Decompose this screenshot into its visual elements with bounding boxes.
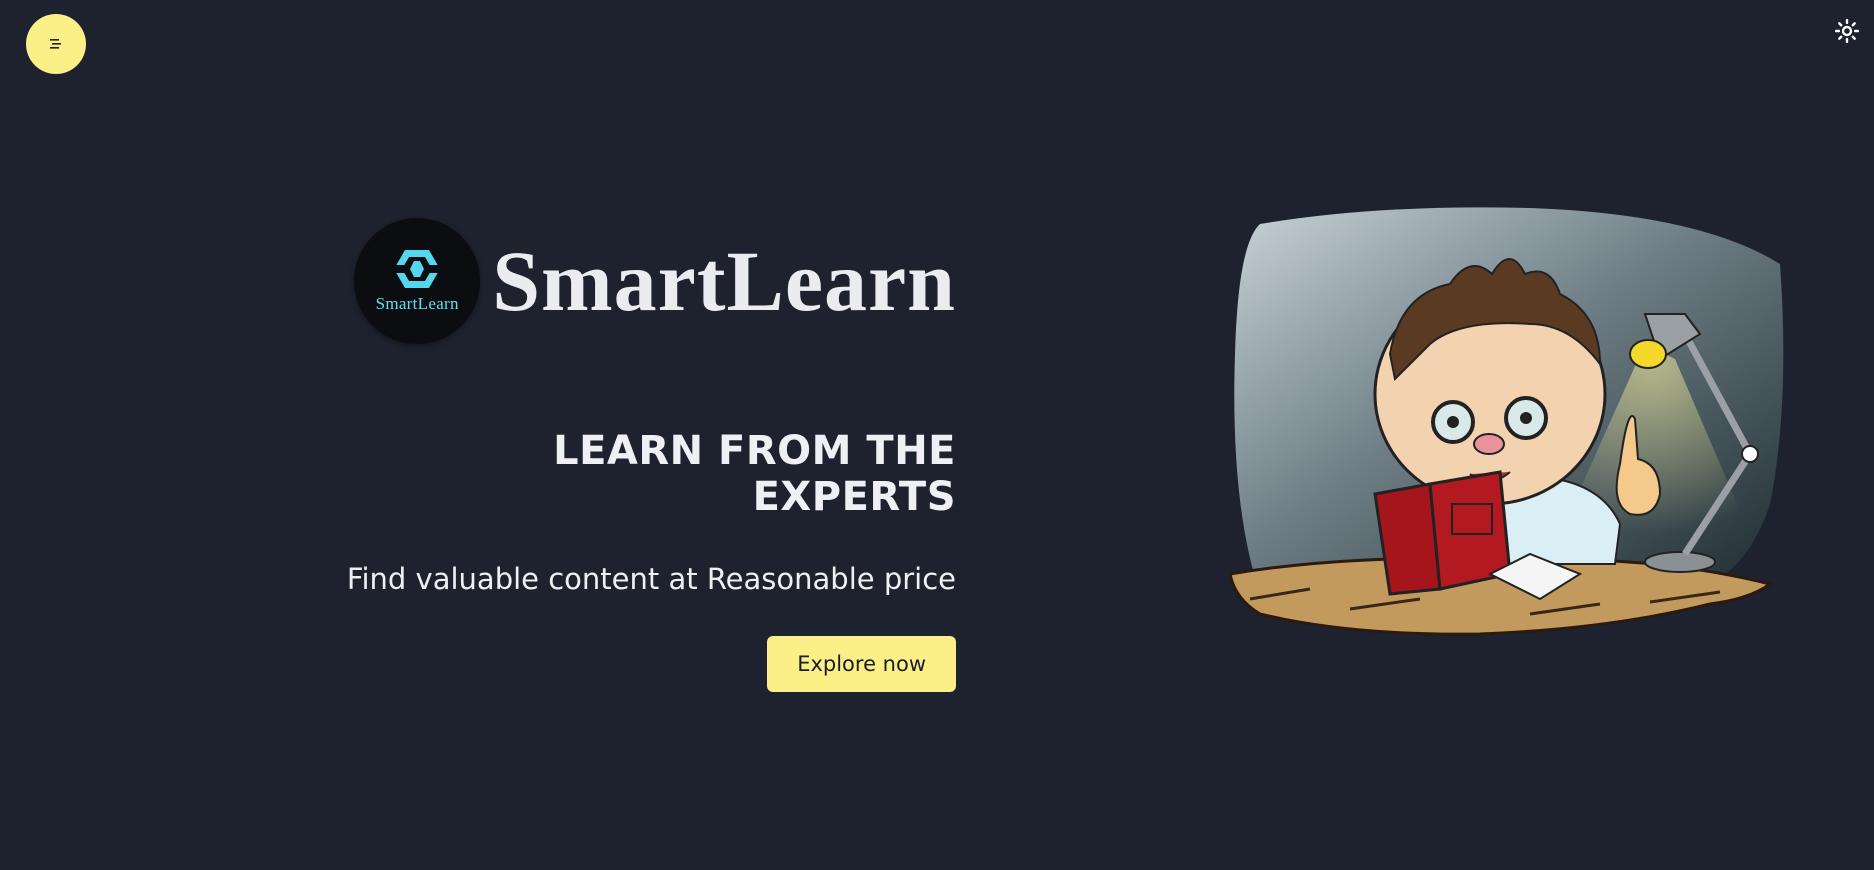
hero-illustration	[1230, 207, 1784, 636]
logo[interactable]: SmartLearn	[354, 218, 481, 344]
brand-name: SmartLearn	[492, 233, 956, 329]
landing-page: SmartLearn SmartLearn LEARN FROM THE EXP…	[0, 0, 1874, 870]
hero-subline: Find valuable content at Reasonable pric…	[346, 562, 956, 596]
brand-row: SmartLearn SmartLearn	[340, 218, 956, 344]
cta-row: Explore now	[340, 636, 956, 692]
hero-headline: LEARN FROM THE EXPERTS	[553, 428, 956, 520]
sun-icon	[1835, 19, 1859, 43]
theme-toggle-button[interactable]	[1832, 16, 1862, 46]
menu-button[interactable]	[26, 14, 86, 74]
hexagon-logo-icon	[392, 250, 443, 288]
hero-section: SmartLearn SmartLearn LEARN FROM THE EXP…	[340, 218, 956, 692]
logo-text: SmartLearn	[375, 294, 459, 313]
explore-now-button[interactable]: Explore now	[767, 636, 956, 692]
red-book	[1373, 470, 1512, 596]
hamburger-menu-icon	[50, 39, 61, 49]
